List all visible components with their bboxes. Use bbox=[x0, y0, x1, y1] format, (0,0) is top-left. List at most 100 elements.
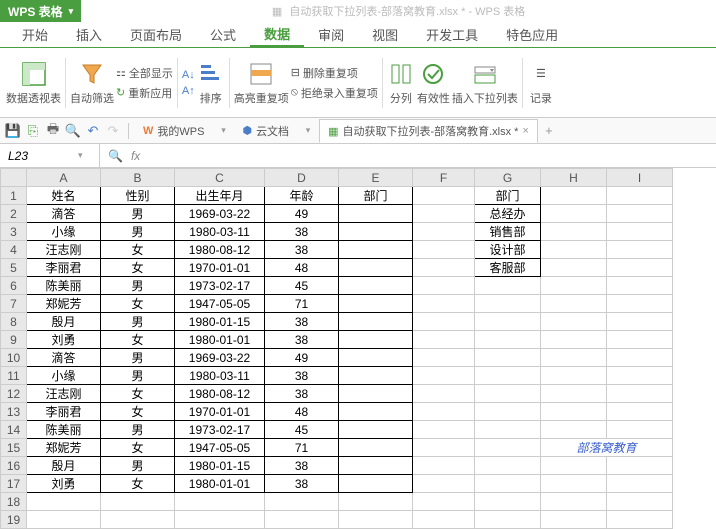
cell[interactable]: 1969-03-22 bbox=[175, 349, 265, 367]
row-header-18[interactable]: 18 bbox=[1, 493, 27, 511]
cell[interactable] bbox=[413, 511, 475, 529]
cell[interactable]: 49 bbox=[265, 349, 339, 367]
cell[interactable] bbox=[413, 475, 475, 493]
cell[interactable] bbox=[413, 403, 475, 421]
cell[interactable] bbox=[339, 259, 413, 277]
cell[interactable] bbox=[541, 277, 607, 295]
cell[interactable]: 小缘 bbox=[27, 223, 101, 241]
menu-data[interactable]: 数据 bbox=[250, 22, 304, 47]
cell[interactable]: 陈美丽 bbox=[27, 421, 101, 439]
close-icon[interactable]: × bbox=[522, 125, 528, 137]
cell[interactable] bbox=[413, 313, 475, 331]
cell[interactable]: 部门 bbox=[339, 187, 413, 205]
menu-review[interactable]: 审阅 bbox=[304, 22, 358, 47]
cell[interactable] bbox=[339, 367, 413, 385]
validity-button[interactable]: 有效性 bbox=[417, 60, 450, 106]
cell[interactable] bbox=[607, 511, 673, 529]
cell[interactable]: 1980-08-12 bbox=[175, 385, 265, 403]
cell[interactable]: 女 bbox=[101, 259, 175, 277]
cell[interactable] bbox=[339, 349, 413, 367]
cell[interactable] bbox=[475, 403, 541, 421]
cell[interactable] bbox=[541, 187, 607, 205]
cell[interactable] bbox=[607, 349, 673, 367]
cell[interactable] bbox=[339, 331, 413, 349]
cell[interactable] bbox=[413, 295, 475, 313]
cell[interactable]: 38 bbox=[265, 331, 339, 349]
cell[interactable]: 刘勇 bbox=[27, 475, 101, 493]
cell[interactable] bbox=[339, 277, 413, 295]
reject-dup-button[interactable]: ⦸拒绝录入重复项 bbox=[291, 84, 378, 102]
cell[interactable] bbox=[475, 457, 541, 475]
cell[interactable] bbox=[413, 259, 475, 277]
cell[interactable] bbox=[607, 295, 673, 313]
cell[interactable]: 男 bbox=[101, 313, 175, 331]
cell[interactable]: 客服部 bbox=[475, 259, 541, 277]
record-button[interactable]: ☰ 记录 bbox=[527, 60, 555, 106]
cell[interactable]: 部门 bbox=[475, 187, 541, 205]
row-header-4[interactable]: 4 bbox=[1, 241, 27, 259]
cell[interactable] bbox=[265, 511, 339, 529]
cell[interactable] bbox=[475, 367, 541, 385]
tab-mywps[interactable]: W 我的WPS bbox=[135, 119, 212, 143]
col-header-G[interactable]: G bbox=[475, 169, 541, 187]
chevron-down-icon[interactable]: ▾ bbox=[299, 122, 317, 140]
name-box[interactable]: ▾ bbox=[0, 144, 100, 167]
row-header-13[interactable]: 13 bbox=[1, 403, 27, 421]
cell[interactable] bbox=[413, 421, 475, 439]
cell[interactable] bbox=[413, 223, 475, 241]
cell[interactable]: 45 bbox=[265, 277, 339, 295]
cell[interactable]: 总经办 bbox=[475, 205, 541, 223]
cell[interactable] bbox=[607, 313, 673, 331]
cell[interactable]: 李丽君 bbox=[27, 403, 101, 421]
cell[interactable] bbox=[175, 511, 265, 529]
cell[interactable] bbox=[475, 331, 541, 349]
cell[interactable]: 1980-01-15 bbox=[175, 457, 265, 475]
cell[interactable]: 女 bbox=[101, 331, 175, 349]
split-button[interactable]: 分列 bbox=[387, 60, 415, 106]
cell[interactable] bbox=[339, 241, 413, 259]
cell[interactable] bbox=[475, 475, 541, 493]
cell[interactable] bbox=[475, 385, 541, 403]
cell-reference-input[interactable] bbox=[8, 149, 78, 163]
cell[interactable]: 销售部 bbox=[475, 223, 541, 241]
cell[interactable] bbox=[339, 511, 413, 529]
row-header-16[interactable]: 16 bbox=[1, 457, 27, 475]
cell[interactable] bbox=[541, 241, 607, 259]
cell[interactable]: 郑妮芳 bbox=[27, 439, 101, 457]
row-header-9[interactable]: 9 bbox=[1, 331, 27, 349]
row-header-3[interactable]: 3 bbox=[1, 223, 27, 241]
app-menu-button[interactable]: WPS 表格 ▾ bbox=[0, 0, 81, 22]
tab-cloud[interactable]: ⬢ 云文档 bbox=[234, 119, 297, 143]
tab-document[interactable]: ▦ 自动获取下拉列表-部落窝教育.xlsx * × bbox=[319, 119, 538, 143]
cell[interactable] bbox=[541, 385, 607, 403]
cell[interactable]: 男 bbox=[101, 367, 175, 385]
cell[interactable]: 女 bbox=[101, 385, 175, 403]
cell[interactable] bbox=[541, 205, 607, 223]
cell[interactable]: 1947-05-05 bbox=[175, 295, 265, 313]
cell[interactable]: 汪志刚 bbox=[27, 241, 101, 259]
cell[interactable] bbox=[541, 367, 607, 385]
cell[interactable] bbox=[475, 295, 541, 313]
cell[interactable] bbox=[607, 331, 673, 349]
cell[interactable]: 女 bbox=[101, 241, 175, 259]
cell[interactable]: 71 bbox=[265, 295, 339, 313]
row-header-11[interactable]: 11 bbox=[1, 367, 27, 385]
cell[interactable]: 滴答 bbox=[27, 205, 101, 223]
cell[interactable]: 殷月 bbox=[27, 313, 101, 331]
cell[interactable] bbox=[413, 367, 475, 385]
row-header-6[interactable]: 6 bbox=[1, 277, 27, 295]
preview-icon[interactable]: 🔍 bbox=[64, 122, 82, 140]
spreadsheet-grid[interactable]: ABCDEFGHI1姓名性别出生年月年龄部门部门2滴答男1969-03-2249… bbox=[0, 168, 716, 529]
saveas-icon[interactable]: ⎘ bbox=[24, 122, 42, 140]
cell[interactable] bbox=[607, 493, 673, 511]
cell[interactable] bbox=[541, 295, 607, 313]
insert-dropdown-button[interactable]: 插入下拉列表 bbox=[452, 60, 518, 106]
cell[interactable] bbox=[607, 259, 673, 277]
cell[interactable]: 71 bbox=[265, 439, 339, 457]
row-header-8[interactable]: 8 bbox=[1, 313, 27, 331]
cell[interactable]: 设计部 bbox=[475, 241, 541, 259]
menu-special[interactable]: 特色应用 bbox=[492, 22, 572, 47]
chevron-down-icon[interactable]: ▾ bbox=[78, 150, 83, 161]
row-header-17[interactable]: 17 bbox=[1, 475, 27, 493]
cell[interactable]: 男 bbox=[101, 205, 175, 223]
